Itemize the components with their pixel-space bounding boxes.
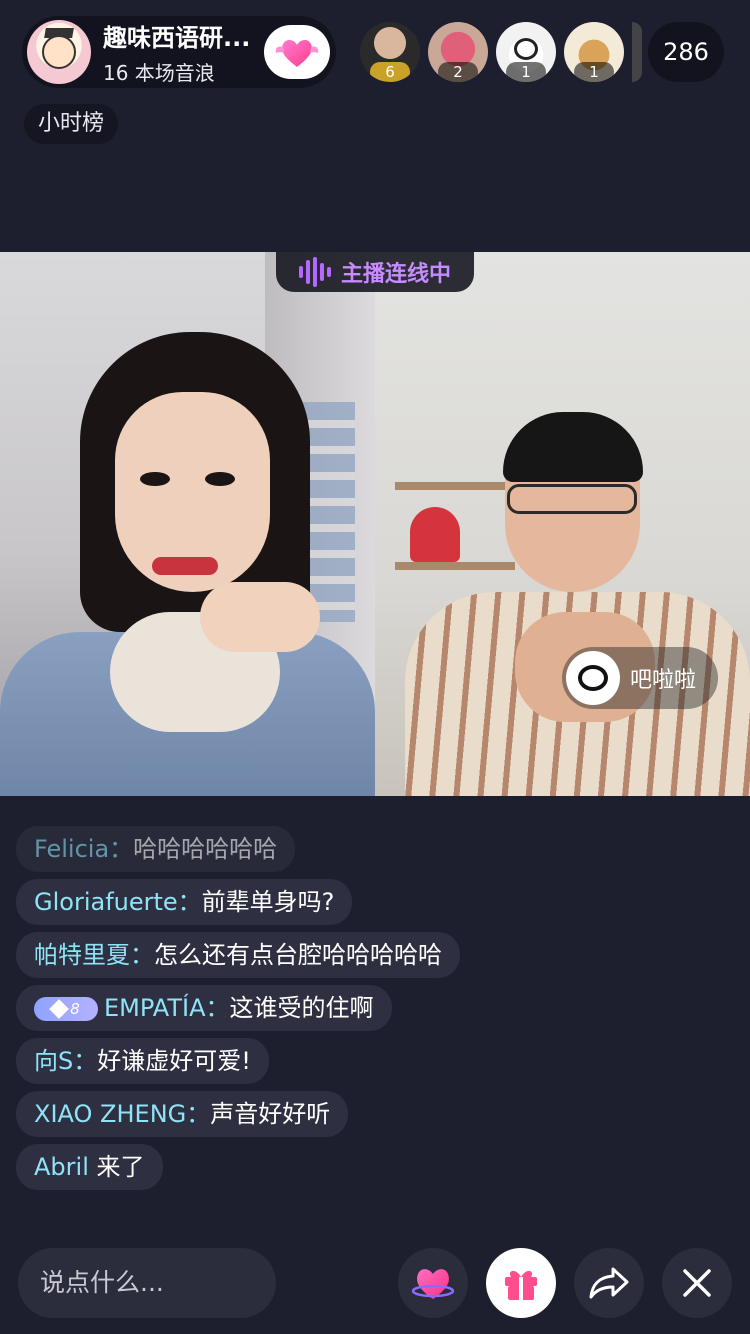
chat-text: 怎么还有点台腔哈哈哈哈哈 [154, 941, 442, 969]
live-tag-label: 主播连线中 [340, 262, 451, 287]
chat-username[interactable]: EMPATÍA： [104, 994, 230, 1022]
hourly-rank-button[interactable]: 小时榜 [24, 104, 119, 144]
co-host-video-area: 主播连线中 吧啦啦 [0, 252, 750, 796]
host-avatar[interactable] [27, 20, 91, 84]
winged-heart-icon [275, 39, 319, 67]
follow-heart-button[interactable] [264, 25, 330, 79]
diamond-icon [49, 999, 70, 1019]
guest-name-chip[interactable]: 吧啦啦 [562, 647, 719, 709]
close-button[interactable] [662, 1248, 732, 1318]
fan-level-number: 8 [70, 1000, 80, 1018]
chat-text: 哈哈哈哈哈哈 [133, 835, 278, 863]
chat-username[interactable]: 帕特里夏： [34, 941, 154, 969]
chat-text: 这谁受的住啊 [229, 994, 374, 1022]
viewer-rank-badge: 1 [574, 62, 614, 82]
gift-icon [505, 1270, 537, 1300]
fan-level-badge: 8 [34, 997, 98, 1021]
like-button[interactable] [398, 1248, 468, 1318]
viewer-count[interactable]: 286 [648, 22, 724, 82]
host-name: 趣味西语研... [103, 24, 251, 52]
panda-icon [578, 665, 608, 691]
santa-figurine [410, 507, 460, 562]
viewer-avatar[interactable]: 2 [428, 22, 488, 82]
guest-camera-feed[interactable] [375, 252, 750, 796]
chat-message[interactable]: 帕特里夏：怎么还有点台腔哈哈哈哈哈 [16, 932, 460, 978]
chat-text: 声音好好听 [210, 1100, 331, 1128]
viewer-rank-badge: 6 [370, 62, 410, 82]
chat-message[interactable]: 向S：好谦虚好可爱! [16, 1038, 269, 1084]
avatar-face [42, 35, 76, 69]
join-message[interactable]: Abril 来了 [16, 1144, 163, 1190]
chat-message[interactable]: Gloriafuerte：前辈单身吗? [16, 879, 353, 925]
sound-wave-icon [298, 257, 331, 287]
chat-message[interactable]: XIAO ZHENG：声音好好听 [16, 1091, 349, 1137]
viewer-avatar[interactable]: 1 [496, 22, 556, 82]
guest-avatar [566, 651, 620, 705]
heart-icon [411, 1269, 455, 1299]
chat-username[interactable]: 向S： [34, 1047, 97, 1075]
chat-text: 来了 [88, 1153, 145, 1181]
chat-feed: Felicia：哈哈哈哈哈哈 Gloriafuerte：前辈单身吗? 帕特里夏：… [16, 826, 486, 1197]
chat-text: 前辈单身吗? [201, 888, 335, 916]
gift-button[interactable] [486, 1248, 556, 1318]
chat-message[interactable]: 8 EMPATÍA：这谁受的住啊 [16, 985, 392, 1031]
host-card[interactable]: 趣味西语研... 16 本场音浪 [22, 16, 336, 88]
close-icon [683, 1269, 711, 1297]
chat-username[interactable]: Abril [34, 1153, 89, 1181]
viewer-avatar[interactable]: 6 [360, 22, 420, 82]
viewer-avatar[interactable]: 1 [564, 22, 624, 82]
co-host-live-tag: 主播连线中 [276, 252, 474, 292]
guest-name: 吧啦啦 [630, 668, 697, 693]
chat-input[interactable]: 说点什么... [18, 1248, 276, 1318]
share-button[interactable] [574, 1248, 644, 1318]
host-camera-feed[interactable] [0, 252, 375, 796]
viewer-rank-badge: 2 [438, 62, 478, 82]
chat-username[interactable]: Gloriafuerte： [34, 888, 202, 916]
chat-message[interactable]: Felicia：哈哈哈哈哈哈 [16, 826, 296, 872]
viewer-avatar-partial[interactable] [632, 22, 642, 82]
share-icon [589, 1267, 629, 1299]
host-sound-wave-count: 16 本场音浪 [103, 61, 215, 85]
bottom-toolbar: 说点什么... [0, 1240, 750, 1334]
top-viewers-list: 6 2 1 1 [360, 22, 642, 82]
viewer-rank-badge: 1 [506, 62, 546, 82]
panda-icon [514, 38, 538, 60]
chat-username[interactable]: Felicia： [34, 835, 133, 863]
chat-text: 好谦虚好可爱! [97, 1047, 251, 1075]
chat-username[interactable]: XIAO ZHENG： [34, 1100, 210, 1128]
